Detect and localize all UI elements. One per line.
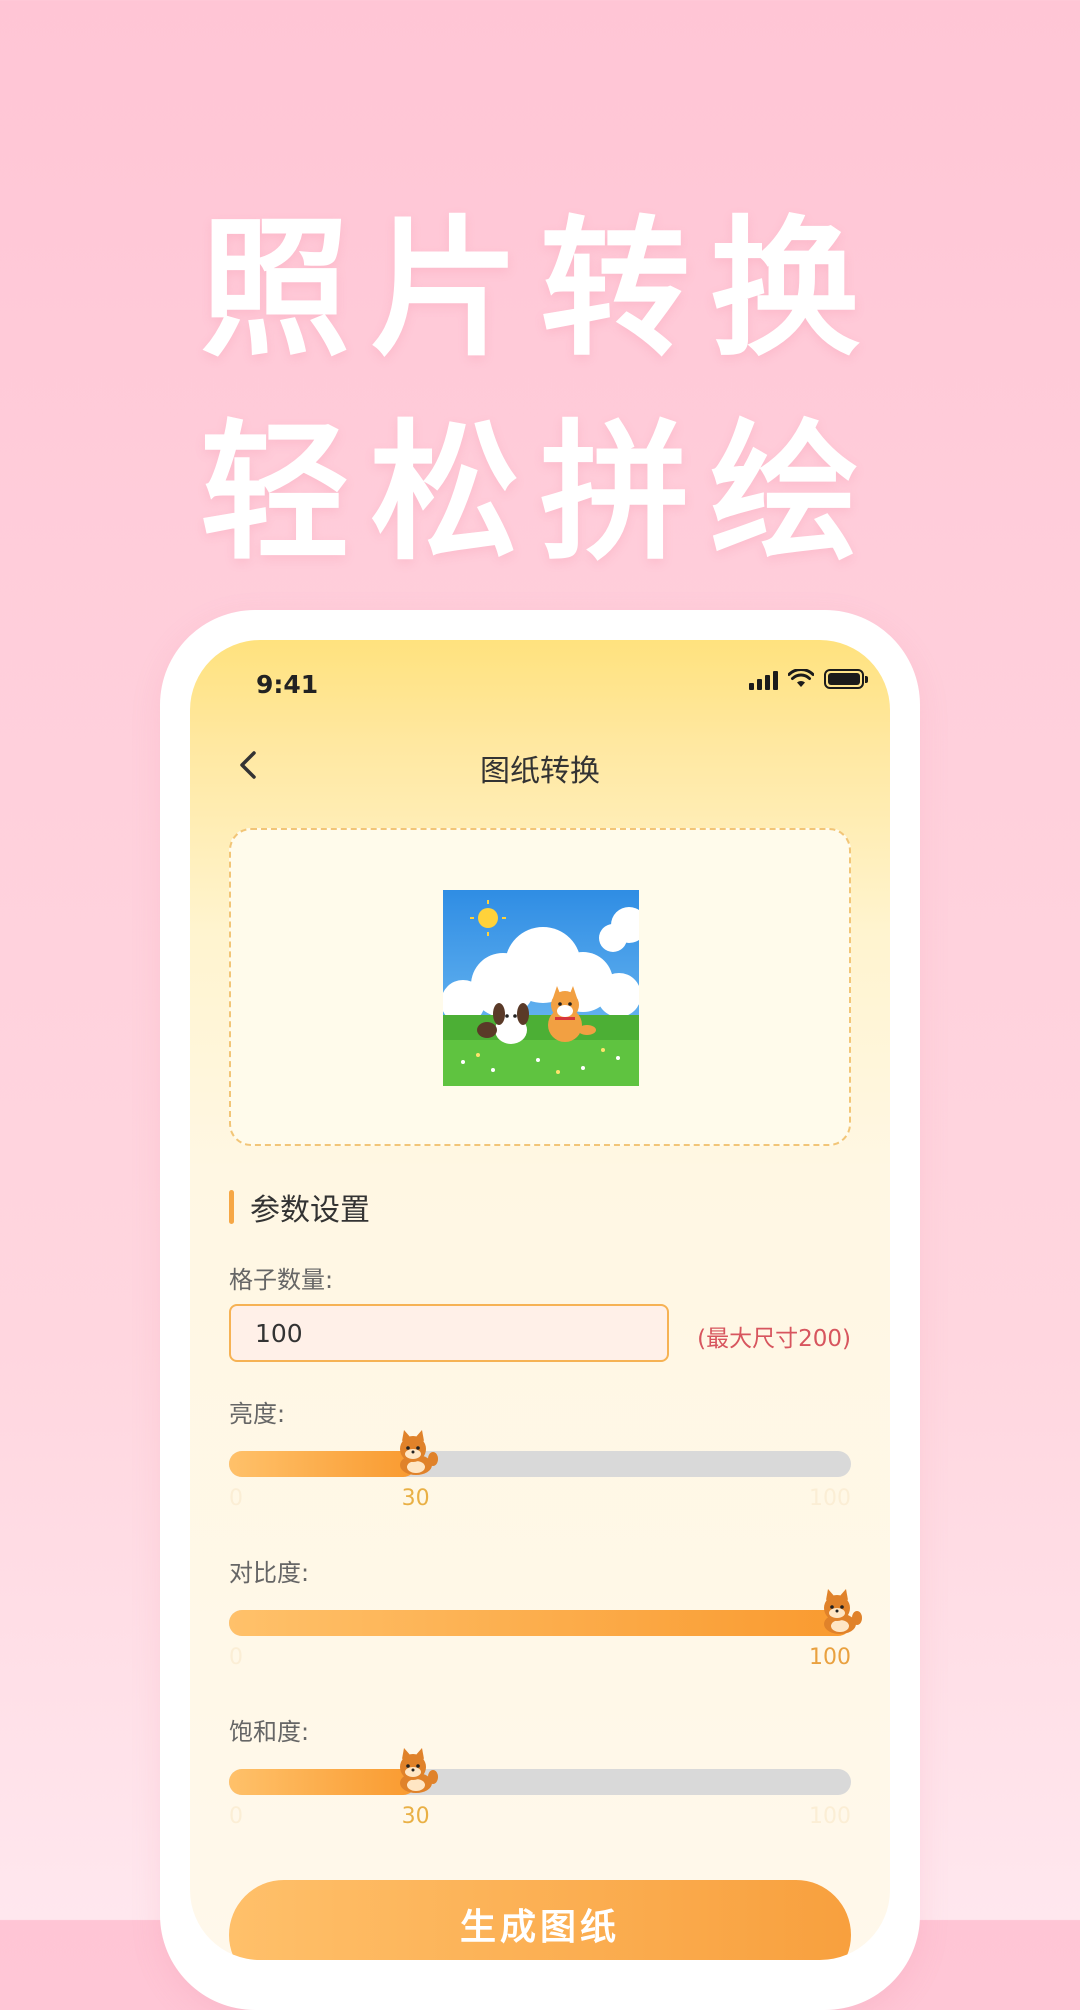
saturation-max-label: 100 [809,1804,851,1829]
hero-title-line2: 轻松拼绘 [199,407,880,581]
contrast-min-label: 0 [229,1645,243,1670]
uploaded-photo-preview [443,890,639,1086]
saturation-slider[interactable] [229,1748,851,1795]
brightness-max-label: 100 [809,1486,851,1511]
saturation-label: 饱和度: [229,1718,310,1746]
wifi-icon [788,669,814,687]
phone-screen: 9:41 图纸转换 参数设置 格子数量: 100 (最大尺寸200) 亮度: 0… [190,640,890,1960]
brightness-slider-thumb-shiba-icon[interactable] [391,1429,441,1479]
brightness-slider-fill [229,1451,416,1477]
page-title: 图纸转换 [480,754,600,789]
contrast-slider-thumb-shiba-icon[interactable] [815,1588,865,1638]
grid-count-input[interactable] [229,1304,669,1362]
max-size-note: (最大尺寸200) [697,1326,851,1352]
hero-banner: 照片转换 轻松拼绘 [0,0,1080,581]
saturation-value-label: 30 [401,1804,430,1829]
grid-count-label: 格子数量: [229,1266,334,1294]
contrast-slider[interactable] [229,1589,862,1636]
status-icons [749,668,868,690]
cellular-signal-icon [749,668,778,690]
contrast-max-label: 100 [809,1645,851,1670]
saturation-slider-fill [229,1769,416,1795]
section-accent-bar [229,1190,234,1224]
contrast-slider-fill [229,1610,851,1636]
brightness-min-label: 0 [229,1486,243,1511]
contrast-label: 对比度: [229,1559,310,1587]
generate-pattern-button[interactable]: 生成图纸 [229,1880,851,1960]
status-time: 9:41 [256,670,319,699]
hero-title-line1: 照片转换 [199,203,880,377]
section-title: 参数设置 [250,1193,370,1228]
image-upload-area[interactable] [229,828,851,1146]
saturation-min-label: 0 [229,1804,243,1829]
battery-icon [824,669,868,689]
section-header-params: 参数设置 [229,1185,370,1229]
brightness-label: 亮度: [229,1400,286,1428]
brightness-slider[interactable] [229,1430,851,1477]
brightness-value-label: 30 [401,1486,430,1511]
saturation-slider-thumb-shiba-icon[interactable] [391,1747,441,1797]
